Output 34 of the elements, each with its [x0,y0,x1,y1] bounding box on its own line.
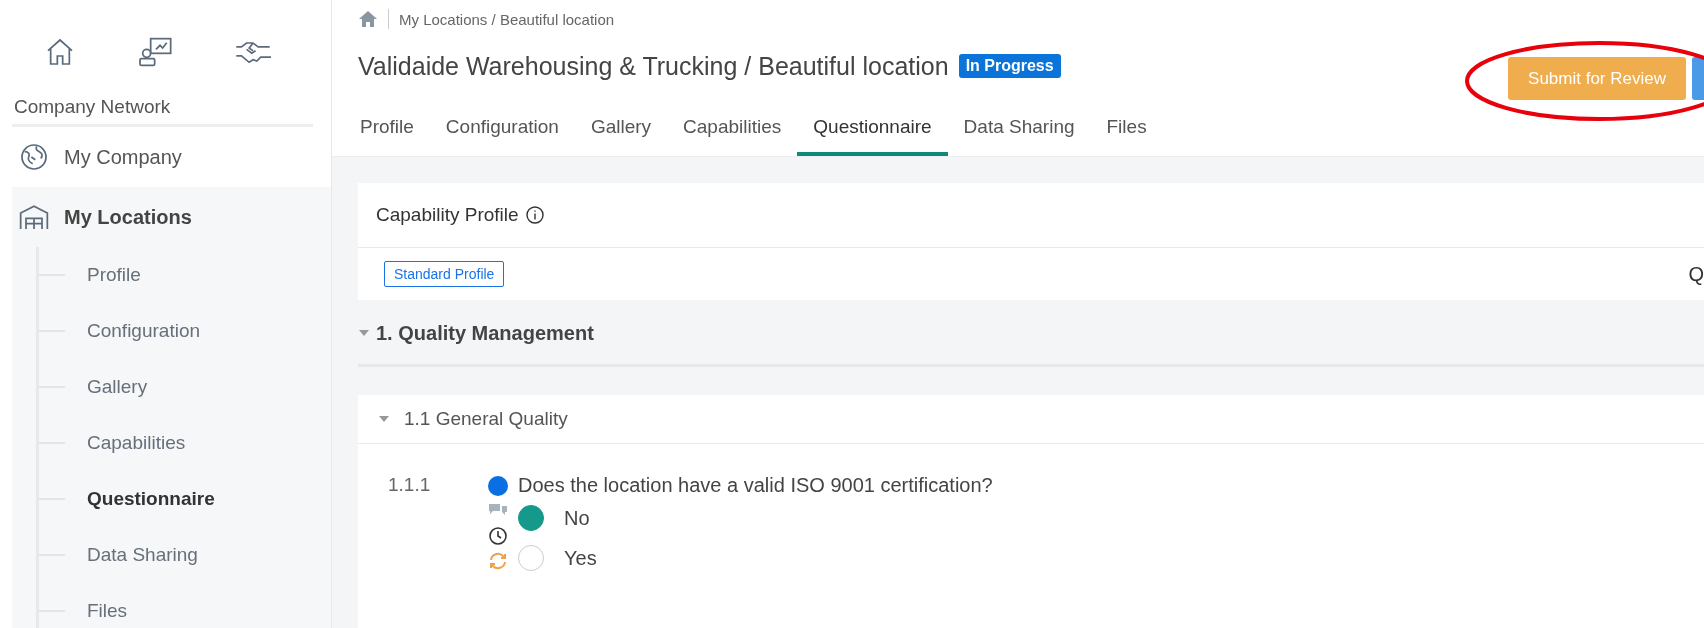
section-title: Company Network [12,80,313,127]
tab[interactable]: Profile [358,106,430,156]
sidebar-subitem[interactable]: Profile [87,264,141,286]
page-title: Validaide Warehousing & Trucking / Beautiful location [358,51,949,81]
sidebar-subitem[interactable]: Data Sharing [87,544,198,566]
caret-icon [358,329,370,337]
globe-icon [18,141,50,173]
tab[interactable]: Configuration [429,106,575,156]
tab[interactable]: Data Sharing [947,106,1091,156]
sidebar-subitem[interactable]: Questionnaire [87,488,215,510]
sidebar-subitem[interactable]: Capabilities [87,432,186,454]
sidebar-item[interactable]: My Company [12,127,331,187]
presentation-icon[interactable] [138,36,175,68]
tab[interactable]: Files [1090,106,1163,156]
tab[interactable]: Capabilities [667,106,798,156]
sidebar-subitem[interactable]: Files [87,600,128,622]
status-badge: In Progress [958,54,1061,78]
caret-icon [378,415,390,423]
column-text: Q [1688,262,1704,286]
question-text: Does the location have a valid ISO 9001 certification? [518,474,994,497]
clock-icon[interactable] [488,526,508,546]
sidebar-subitem[interactable]: Gallery [87,376,148,398]
card-title: Capability Profile [376,204,519,226]
info-icon[interactable] [524,205,545,225]
question-number: 1.1.1 [388,474,432,497]
radio-option[interactable]: No [518,505,1704,531]
breadcrumb[interactable]: My Locations / Beautiful location [399,10,615,28]
home-icon[interactable] [358,10,378,28]
tab[interactable]: Gallery [574,106,668,156]
subsection-header[interactable]: 1.1 General Quality [358,395,1704,444]
sidebar-subitem[interactable]: Configuration [87,320,201,342]
section-header[interactable]: 1. Quality Management [358,302,1704,367]
radio-option[interactable]: Yes [518,545,1704,571]
profile-tag: Standard Profile [384,261,505,287]
